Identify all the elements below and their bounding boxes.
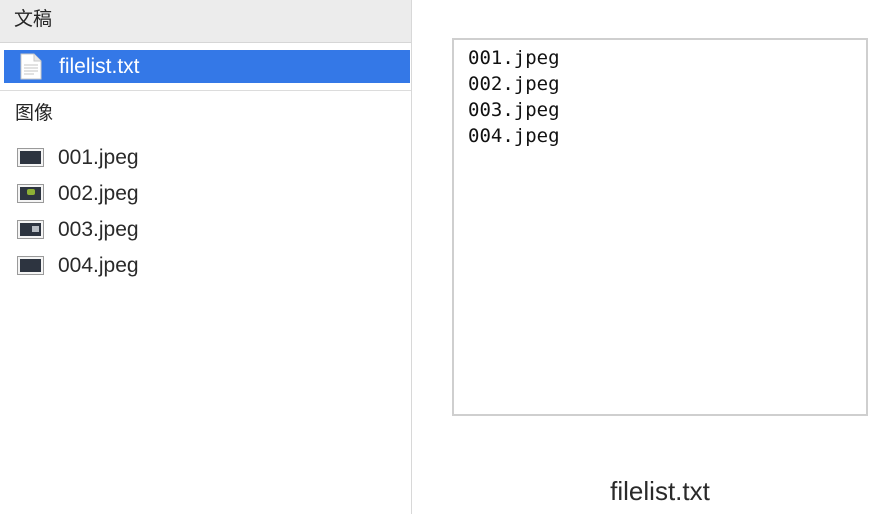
- preview-line: 002.jpeg: [468, 73, 560, 95]
- file-item-filelist[interactable]: filelist.txt: [4, 50, 410, 83]
- image-item-label: 001.jpeg: [58, 146, 139, 169]
- preview-line: 001.jpeg: [468, 47, 560, 69]
- image-thumbnail-icon: [17, 220, 44, 239]
- image-item-002[interactable]: 002.jpeg: [0, 179, 411, 209]
- image-item-003[interactable]: 003.jpeg: [0, 215, 411, 245]
- documents-section-header: 文稿: [0, 0, 411, 43]
- image-thumbnail-icon: [17, 184, 44, 203]
- image-thumbnail-icon: [17, 256, 44, 275]
- file-item-label: filelist.txt: [59, 55, 140, 78]
- image-item-001[interactable]: 001.jpeg: [0, 143, 411, 173]
- preview-line: 003.jpeg: [468, 99, 560, 121]
- image-item-label: 004.jpeg: [58, 254, 139, 277]
- preview-caption: filelist.txt: [610, 476, 710, 506]
- images-section-header: 图像: [15, 103, 54, 124]
- image-item-004[interactable]: 004.jpeg: [0, 251, 411, 281]
- file-preview-pane[interactable]: 001.jpeg 002.jpeg 003.jpeg 004.jpeg: [452, 38, 868, 416]
- image-item-label: 002.jpeg: [58, 182, 139, 205]
- image-thumbnail-icon: [17, 148, 44, 167]
- preview-line: 004.jpeg: [468, 125, 560, 147]
- text-document-icon: [20, 53, 42, 80]
- image-item-label: 003.jpeg: [58, 218, 139, 241]
- sidebar: 文稿 filelist.txt 图像 001.jpeg 002.jpeg 003…: [0, 0, 412, 514]
- section-divider: [0, 90, 411, 91]
